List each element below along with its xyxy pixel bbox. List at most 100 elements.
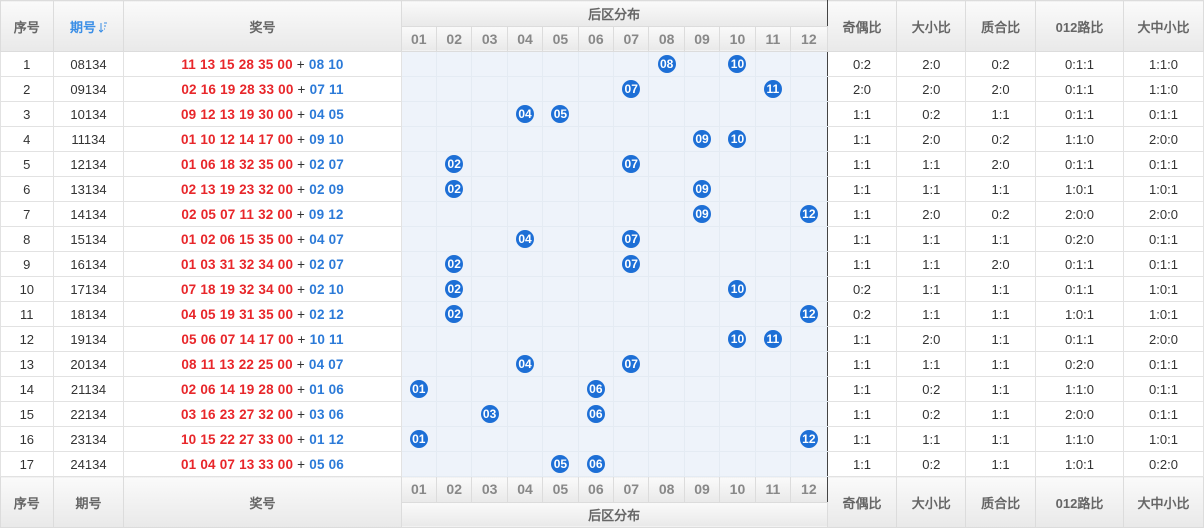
header-issue-sort[interactable]: 期号: [52, 0, 125, 52]
distribution-cell: [577, 51, 615, 77]
ratio-cell: 0:1:1: [1122, 351, 1204, 377]
distribution-cell: [400, 151, 438, 177]
ratio-cell: 2:0: [965, 251, 1036, 277]
ratio-cell: 1:1: [896, 351, 967, 377]
table-row: 3 10134 09 12 13 19 30 00 + 04 05 04 05 1:1 0:…: [0, 101, 1204, 127]
back-numbers: 02 09: [309, 181, 345, 197]
ratio-cell: 1:1: [965, 326, 1036, 352]
back-numbers: 10 11: [309, 331, 344, 347]
distribution-cell: [613, 126, 650, 152]
distribution-cell: [683, 101, 721, 127]
distribution-cell: [754, 151, 792, 177]
back-numbers: 05 06: [309, 456, 345, 472]
distribution-cell: [471, 251, 508, 277]
footer-column-04: 04: [506, 476, 544, 503]
distribution-cell: [754, 451, 792, 477]
distribution-cell: [790, 376, 828, 402]
plus-sign: +: [293, 306, 310, 322]
footer-column-08: 08: [648, 476, 685, 503]
distribution-cell: [648, 301, 685, 327]
distribution-cell: [577, 351, 615, 377]
distribution-cell: [577, 251, 615, 277]
distribution-cell: [542, 151, 579, 177]
number-ball: 07: [622, 155, 641, 173]
ratio-cell: 1:1: [826, 376, 898, 402]
distribution-cell: [471, 426, 508, 452]
number-ball: 02: [445, 305, 464, 323]
row-prize-numbers: 07 18 19 32 34 00 + 02 10: [123, 276, 402, 302]
ratio-cell: 0:1:1: [1122, 226, 1204, 252]
distribution-cell: [577, 101, 615, 127]
plus-sign: +: [292, 56, 309, 72]
plus-sign: +: [293, 81, 310, 97]
distribution-cell: 04: [506, 101, 544, 127]
front-numbers: 09 12 13 19 30 00: [180, 106, 294, 122]
distribution-cell: [542, 401, 579, 427]
distribution-cell: [754, 251, 792, 277]
column-header-05: 05: [542, 25, 579, 52]
distribution-cell: [400, 176, 438, 202]
distribution-cell: [790, 176, 828, 202]
row-issue: 22134: [52, 401, 125, 427]
distribution-cell: [648, 401, 685, 427]
distribution-cell: [542, 426, 579, 452]
row-issue: 19134: [52, 326, 125, 352]
distribution-cell: 02: [435, 276, 473, 302]
ratio-cell: 0:2: [896, 101, 967, 127]
distribution-cell: [648, 101, 685, 127]
distribution-cell: [506, 51, 544, 77]
distribution-cell: [471, 326, 508, 352]
ratio-cell: 1:0:1: [1034, 451, 1124, 477]
ratio-cell: 1:0:1: [1034, 301, 1124, 327]
ratio-cell: 2:0: [826, 76, 898, 102]
ratio-cell: 2:0: [965, 76, 1036, 102]
plus-sign: +: [292, 356, 309, 372]
ratio-cell: 0:1:1: [1122, 251, 1204, 277]
row-prize-numbers: 02 05 07 11 32 00 + 09 12: [123, 201, 402, 227]
distribution-cell: [471, 126, 508, 152]
row-prize-numbers: 01 06 18 32 35 00 + 02 07: [123, 151, 402, 177]
distribution-cell: [613, 201, 650, 227]
number-ball: 09: [693, 205, 712, 223]
distribution-cell: [400, 101, 438, 127]
ratio-cell: 1:0:1: [1122, 301, 1204, 327]
distribution-cell: [683, 351, 721, 377]
distribution-cell: 12: [790, 426, 828, 452]
distribution-cell: [790, 51, 828, 77]
distribution-cell: [719, 401, 756, 427]
ratio-cell: 0:2: [896, 376, 967, 402]
back-numbers: 04 07: [308, 356, 344, 372]
distribution-cell: [542, 276, 579, 302]
ratio-cell: 1:0:1: [1122, 426, 1204, 452]
distribution-cell: [648, 251, 685, 277]
front-numbers: 05 06 07 14 17 00: [181, 331, 294, 347]
row-prize-numbers: 02 16 19 28 33 00 + 07 11: [123, 76, 402, 102]
plus-sign: +: [293, 106, 310, 122]
distribution-cell: [613, 451, 650, 477]
number-ball: 04: [516, 230, 535, 248]
distribution-cell: [648, 451, 685, 477]
table-row: 14 21134 02 06 14 19 28 00 + 01 06 01 06 1:1 0…: [0, 376, 1204, 402]
front-numbers: 11 13 15 28 35 00: [181, 56, 293, 72]
distribution-cell: [400, 276, 438, 302]
ratio-cell: 0:2:0: [1122, 451, 1204, 477]
distribution-cell: [648, 151, 685, 177]
trend-table: 序号 期号 奖号 后区分布 奇偶比 大小比 质合比 012路比 大中小比 01 0…: [0, 0, 1204, 528]
back-numbers: 01 12: [309, 431, 345, 447]
distribution-cell: 07: [613, 76, 650, 102]
number-ball: 10: [728, 55, 747, 73]
distribution-cell: [719, 151, 756, 177]
distribution-cell: [577, 76, 615, 102]
row-seq: 9: [0, 251, 54, 277]
distribution-cell: 07: [613, 251, 650, 277]
distribution-cell: [506, 201, 544, 227]
ratio-cell: 0:1:1: [1034, 251, 1124, 277]
ratio-cell: 1:1: [826, 201, 898, 227]
distribution-cell: [648, 176, 685, 202]
ratio-cell: 2:0:0: [1034, 201, 1124, 227]
header-odd-even: 奇偶比: [826, 0, 898, 52]
ratio-cell: 2:0: [965, 151, 1036, 177]
row-seq: 1: [0, 51, 54, 77]
distribution-cell: [719, 426, 756, 452]
distribution-cell: [471, 76, 508, 102]
